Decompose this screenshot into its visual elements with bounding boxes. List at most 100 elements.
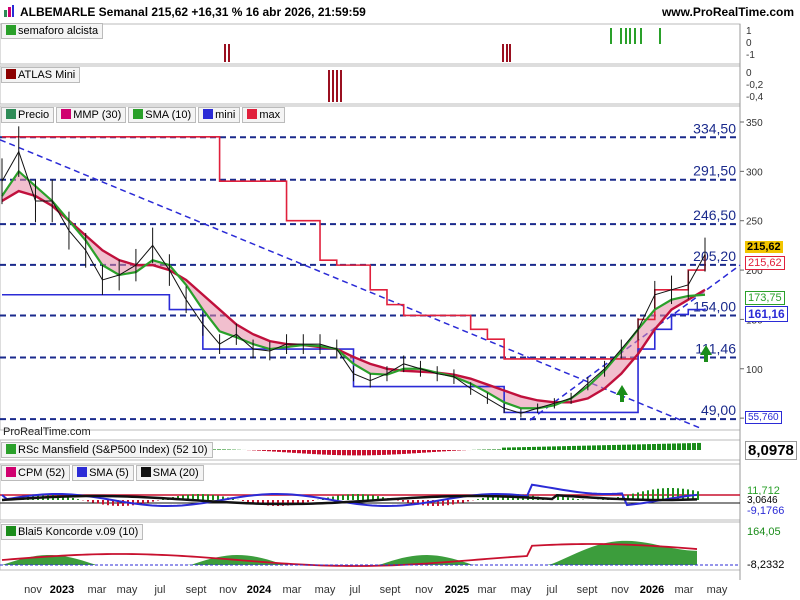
level-label: 291,50 — [693, 163, 736, 179]
atlas-tick: -0,4 — [746, 92, 764, 103]
cpm-bar — [652, 489, 654, 500]
x-axis-label: may — [706, 584, 728, 596]
legend-label: SMA (10) — [145, 109, 192, 121]
sma5-legend-item[interactable]: SMA (5) — [72, 465, 134, 481]
legend-label: mini — [215, 109, 236, 121]
rsc-value-label: 8,0978 — [745, 441, 797, 460]
cpm-bar — [77, 499, 79, 500]
cpm-bar — [312, 500, 314, 501]
cpm-bar — [657, 488, 659, 500]
rsc-bar — [322, 450, 326, 455]
atlas-bar — [328, 70, 330, 102]
rsc-bar — [402, 450, 406, 454]
semaforo-bar — [640, 28, 642, 44]
rsc-bar — [312, 450, 316, 455]
rsc-bar — [352, 450, 356, 456]
x-axis-label: jul — [546, 584, 558, 596]
rsc-bar — [497, 449, 501, 450]
legend-item[interactable]: max — [242, 107, 286, 123]
atlas-panel-label[interactable]: ATLAS Mini — [1, 67, 81, 83]
x-axis-label: 2025 — [444, 584, 470, 596]
rsc-bar — [307, 450, 311, 454]
rsc-bar — [277, 450, 281, 452]
rsc-bar — [287, 450, 291, 453]
chart-canvas[interactable]: 35030025020015010050334,50291,50246,5020… — [0, 0, 800, 600]
cpm-legend-item[interactable]: CPM (52) — [1, 465, 71, 481]
cpm-swatch-icon — [6, 467, 16, 477]
rsc-label-text: RSc Mansfield (S&P500 Index) (52 10) — [18, 444, 208, 456]
rsc-bar — [427, 450, 431, 453]
legend-item[interactable]: Precio — [1, 107, 55, 123]
level-label: 154,00 — [693, 298, 736, 314]
rsc-bar — [332, 450, 336, 456]
semaforo-bar — [625, 28, 627, 44]
rsc-bar — [212, 449, 216, 450]
sma20-legend-item[interactable]: SMA (20) — [135, 465, 204, 481]
rsc-bar — [257, 450, 261, 451]
cpm-bar — [347, 494, 349, 500]
x-axis-label: mar — [477, 584, 497, 596]
legend-swatch-icon — [247, 109, 258, 119]
rsc-bar — [537, 446, 541, 450]
blai-value-2: -8,2332 — [745, 559, 787, 571]
legend-item[interactable]: SMA (10) — [128, 107, 197, 123]
rsc-bar — [622, 444, 626, 450]
cpm-bar — [217, 495, 219, 500]
rsc-bar — [447, 450, 451, 452]
rsc-bar — [557, 446, 561, 450]
x-axis-label: nov — [219, 584, 237, 596]
rsc-bar — [272, 450, 276, 452]
cpm-bar — [152, 500, 154, 502]
cpm-bar — [682, 488, 684, 500]
atlas-tick: -0,2 — [746, 80, 764, 91]
semaforo-panel-label[interactable]: semaforo alcista — [1, 23, 104, 39]
rsc-bar — [637, 444, 641, 450]
rsc-bar — [547, 446, 551, 450]
sma-value-label: 173,75 — [745, 291, 785, 305]
rsc-bar — [292, 450, 296, 453]
rsc-bar — [652, 444, 656, 450]
rsc-bar — [632, 444, 636, 450]
panel-frame-1 — [0, 65, 741, 105]
rsc-panel-label[interactable]: RSc Mansfield (S&P500 Index) (52 10) — [1, 442, 213, 458]
legend-label: Precio — [18, 109, 50, 121]
cpm-bar — [697, 491, 699, 500]
legend-item[interactable]: MMP (30) — [56, 107, 127, 123]
semaforo-bar — [634, 28, 636, 44]
x-axis-label: nov — [24, 584, 42, 596]
blai-label-text: Blai5 Koncorde v.09 (10) — [18, 526, 139, 538]
rsc-bar — [612, 444, 616, 450]
rsc-bar — [267, 450, 271, 452]
legend-swatch-icon — [61, 109, 72, 119]
rsc-bar — [372, 450, 376, 456]
atlas-bar — [340, 70, 342, 102]
rsc-bar — [492, 449, 496, 450]
rsc-bar — [512, 447, 516, 450]
cpm-bar — [247, 500, 249, 503]
rsc-bar — [552, 446, 556, 450]
blai-panel-label[interactable]: Blai5 Koncorde v.09 (10) — [1, 524, 144, 540]
cpm-bar — [107, 500, 109, 506]
cpm-bar — [662, 488, 664, 500]
cpm-bar — [147, 500, 149, 503]
cpm-bar — [457, 500, 459, 504]
x-axis-label: sept — [185, 584, 207, 596]
atlas-bar — [336, 70, 338, 102]
rsc-bar — [442, 450, 446, 452]
y-tick-label: 100 — [746, 365, 763, 376]
rsc-bar — [342, 450, 346, 456]
legend-label: MMP (30) — [73, 109, 122, 121]
rsc-bar — [502, 447, 506, 450]
legend-swatch-icon — [6, 109, 16, 119]
cpm-bar — [567, 497, 569, 500]
legend-item[interactable]: mini — [198, 107, 241, 123]
x-axis-label: jul — [349, 584, 361, 596]
semaforo-red-bar — [224, 44, 226, 62]
rsc-bar — [487, 449, 491, 450]
rsc-bar — [587, 445, 591, 450]
rsc-bar — [627, 444, 631, 450]
cpm-bar — [412, 500, 414, 504]
rsc-bar — [532, 446, 536, 450]
level-label: 334,50 — [693, 120, 736, 136]
rsc-bar — [562, 446, 566, 450]
